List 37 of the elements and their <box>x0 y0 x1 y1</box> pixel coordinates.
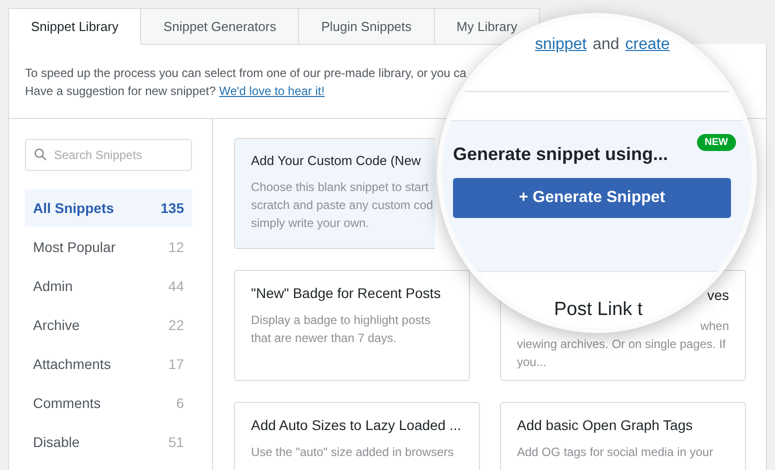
tab[interactable]: Snippet Generators <box>141 8 300 45</box>
category-item[interactable]: Most Popular 12 <box>25 228 192 266</box>
card-title: Add Your Custom Code (New <box>251 153 422 168</box>
tab[interactable]: Plugin Snippets <box>299 8 435 45</box>
category-item[interactable]: Archive 22 <box>25 306 192 344</box>
card-title: Post Link t <box>554 299 643 321</box>
intro-text: Have a suggestion for new snippet? <box>25 84 216 98</box>
new-badge: NEW <box>696 134 736 151</box>
feedback-link[interactable]: We'd love to hear it! <box>219 84 325 98</box>
card-title: ves <box>706 287 729 303</box>
search-field[interactable]: Search Snippets <box>25 139 192 171</box>
category-item[interactable]: All Snippets 135 <box>25 189 192 227</box>
category-item[interactable]: Admin 44 <box>25 267 192 305</box>
generator-heading: Generate snippet using... <box>453 144 668 165</box>
create-link[interactable]: create <box>625 36 670 54</box>
card-title: Add basic Open Graph Tags <box>517 417 694 433</box>
category-item[interactable]: Comments 6 <box>25 384 192 422</box>
category-item[interactable]: Disable 51 <box>25 423 192 461</box>
link-joiner-text: and <box>592 36 620 54</box>
card-description: scratch and paste any custom cod <box>251 197 434 214</box>
snippet-card[interactable]: Add basic Open Graph Tags Add OG tags for social media in your <box>500 402 746 470</box>
category-item[interactable]: Attachments 17 <box>25 345 192 383</box>
card-title: "New" Badge for Recent Posts <box>251 285 442 301</box>
snippet-card[interactable]: Add Your Custom Code (New Choose this blank snippet to start scratch and paste any custom cod simply write your own. <box>234 138 435 249</box>
intro-text: To speed up the process you can select from one of our pre-made library, or you ca <box>25 65 468 81</box>
generate-snippet-button[interactable]: + Generate Snippet <box>453 178 731 218</box>
card-description: Display a badge to highlight posts that are newer than 7 days. <box>251 312 432 347</box>
card-description: Choose this blank snippet to start <box>251 179 430 196</box>
snippet-card[interactable]: Add Auto Sizes to Lazy Loaded ... Use the "auto" size added in browsers <box>234 402 480 470</box>
tab[interactable]: Snippet Library <box>8 8 142 45</box>
card-description: simply write your own. <box>251 215 370 232</box>
card-description: when <box>700 319 729 333</box>
card-description: Use the "auto" size added in browsers <box>251 444 455 461</box>
card-description: Add OG tags for social media in your <box>517 444 714 461</box>
snippet-card[interactable]: "New" Badge for Recent Posts Display a badge to highlight posts that are newer than 7 days. <box>234 270 470 381</box>
card-description: viewing archives. Or on single pages. If you... <box>517 336 727 371</box>
card-title: Add Auto Sizes to Lazy Loaded ... <box>251 417 462 433</box>
